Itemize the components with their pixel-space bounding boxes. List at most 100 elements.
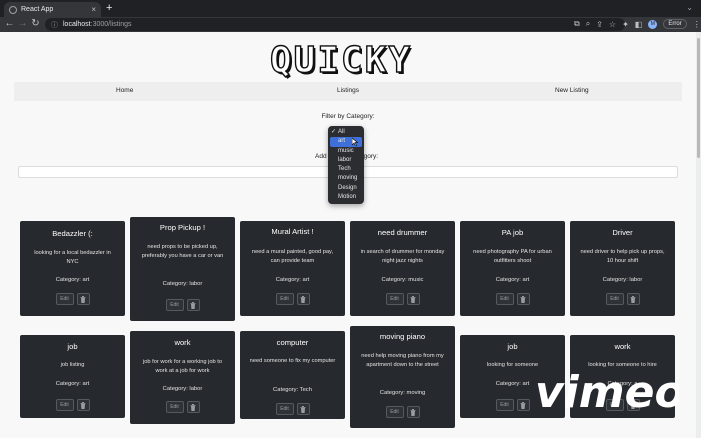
listing-description: job listing xyxy=(60,362,85,368)
trash-icon xyxy=(520,290,526,308)
trash-icon xyxy=(520,396,526,414)
share-icon[interactable]: ⇪ xyxy=(596,20,603,29)
trash-icon xyxy=(300,290,306,308)
delete-button[interactable] xyxy=(186,296,200,314)
close-icon[interactable]: × xyxy=(91,5,96,14)
listing-title: Prop Pickup ! xyxy=(159,223,206,232)
new-tab-icon[interactable]: + xyxy=(106,3,112,14)
reload-icon[interactable]: ↻ xyxy=(30,18,41,30)
browser-tab[interactable]: React App × xyxy=(4,2,101,17)
listing-description: job for work for a working job to work a… xyxy=(142,359,223,374)
listing-category: Category: music xyxy=(381,277,424,283)
error-button[interactable]: Error xyxy=(663,19,687,29)
listing-title: job xyxy=(67,342,78,351)
forward-icon[interactable]: → xyxy=(17,18,28,30)
vimeo-watermark: vimeo xyxy=(535,367,679,415)
dropdown-option[interactable]: Tech xyxy=(330,165,362,174)
listing-title: job xyxy=(507,342,518,351)
listing-title: Bedazzler (: xyxy=(52,229,93,238)
nav-home[interactable]: Home xyxy=(116,87,133,94)
listing-title: Driver xyxy=(612,228,633,237)
dropdown-option-label: moving xyxy=(338,175,358,182)
dropdown-option-label: art xyxy=(338,138,346,145)
listing-title: work xyxy=(614,342,631,351)
delete-button[interactable] xyxy=(626,290,640,308)
dropdown-option[interactable]: ✓ All xyxy=(330,128,362,137)
listing-actions: Edit xyxy=(20,293,125,305)
add-category-label: Add xyxy=(315,153,327,160)
edit-button[interactable]: Edit xyxy=(55,293,74,305)
bookmark-star-icon[interactable]: ☆ xyxy=(609,20,616,29)
listing-card: work job for work for a working job to wo… xyxy=(130,331,235,424)
install-app-icon[interactable]: ⧉ xyxy=(574,19,580,29)
edit-button[interactable]: Edit xyxy=(165,401,184,413)
category-filter-dropdown[interactable]: ✓ All art music labor Tech moving Design Motion xyxy=(328,126,364,204)
site-nav: Home Listings New Listing xyxy=(14,82,682,101)
listing-category: Category: labor xyxy=(162,386,203,392)
trash-icon xyxy=(190,398,196,416)
delete-button[interactable] xyxy=(76,396,90,414)
listing-card: job job listing Category: art Edit xyxy=(20,335,125,418)
listing-category: Category: art xyxy=(275,277,310,283)
browser-tab-strip: React App × + ⌄ xyxy=(0,0,701,17)
info-icon[interactable]: ⓘ xyxy=(51,20,58,30)
nav-listings[interactable]: Listings xyxy=(337,87,359,94)
listing-description: need driver to help pick up props, 10 ho… xyxy=(580,249,665,264)
edit-button[interactable]: Edit xyxy=(385,406,404,418)
listing-actions: Edit xyxy=(350,293,455,305)
delete-button[interactable] xyxy=(406,406,420,418)
delete-button[interactable] xyxy=(516,396,530,414)
kebab-menu-icon[interactable]: ⋮ xyxy=(693,20,701,29)
scrollbar-thumb[interactable] xyxy=(697,38,700,158)
nav-new-listing[interactable]: New Listing xyxy=(555,87,589,94)
dropdown-option[interactable]: Design xyxy=(330,184,362,193)
delete-button[interactable] xyxy=(406,293,420,305)
zoom-icon[interactable]: ⌕ xyxy=(586,19,590,29)
dropdown-option[interactable]: music xyxy=(330,147,362,156)
side-panel-icon[interactable]: ◧ xyxy=(635,20,643,29)
listing-category: Category: art xyxy=(55,277,90,283)
address-bar[interactable]: ⓘ localhost :3000/listings xyxy=(45,18,625,31)
trash-icon xyxy=(80,396,86,414)
dropdown-option-label: Design xyxy=(338,184,357,191)
dropdown-option-label: All xyxy=(338,129,345,135)
listing-category: Category: art xyxy=(495,277,530,283)
avatar[interactable]: M xyxy=(648,19,658,29)
edit-button[interactable]: Edit xyxy=(495,293,514,305)
globe-icon xyxy=(9,5,17,14)
edit-button[interactable]: Edit xyxy=(385,293,404,305)
listing-card: PA job need photography PA for urban outf… xyxy=(460,221,565,316)
delete-button[interactable] xyxy=(296,290,310,308)
delete-button[interactable] xyxy=(186,398,200,416)
listing-actions: Edit xyxy=(130,299,235,311)
delete-button[interactable] xyxy=(296,400,310,418)
listing-description: need props to be picked up, preferably y… xyxy=(141,244,224,259)
trash-icon xyxy=(190,296,196,314)
dropdown-option-label: Motion xyxy=(338,194,357,201)
trash-icon xyxy=(80,290,86,308)
delete-button[interactable] xyxy=(516,290,530,308)
edit-button[interactable]: Edit xyxy=(55,399,74,411)
edit-button[interactable]: Edit xyxy=(275,293,294,305)
chevron-down-icon[interactable]: ⌄ xyxy=(686,3,693,12)
dropdown-option[interactable]: moving xyxy=(330,174,362,183)
listing-actions: Edit xyxy=(130,401,235,413)
edit-button[interactable]: Edit xyxy=(165,299,184,311)
edit-button[interactable]: Edit xyxy=(275,403,294,415)
edit-button[interactable]: Edit xyxy=(495,399,514,411)
dropdown-option-label: Tech xyxy=(338,166,351,173)
dropdown-option[interactable]: Motion xyxy=(330,193,362,202)
delete-button[interactable] xyxy=(76,290,90,308)
listing-actions: Edit xyxy=(240,403,345,415)
extensions-puzzle-icon[interactable]: ✦ xyxy=(622,20,629,29)
toolbar-actions: ⧉ ⌕ ⇪ ☆ ✦ ◧ M Error ⋮ xyxy=(574,19,701,29)
back-icon[interactable]: ← xyxy=(4,18,15,30)
dropdown-option[interactable]: labor xyxy=(330,156,362,165)
listing-card: Driver need driver to help pick up props,… xyxy=(570,221,675,316)
edit-button[interactable]: Edit xyxy=(605,293,624,305)
trash-icon xyxy=(630,290,636,308)
listing-title: Mural Artist ! xyxy=(271,227,314,236)
listing-category: Category: art xyxy=(55,381,90,387)
listing-description: need photography PA for urban outfitters… xyxy=(473,249,552,264)
trash-icon xyxy=(300,400,306,418)
